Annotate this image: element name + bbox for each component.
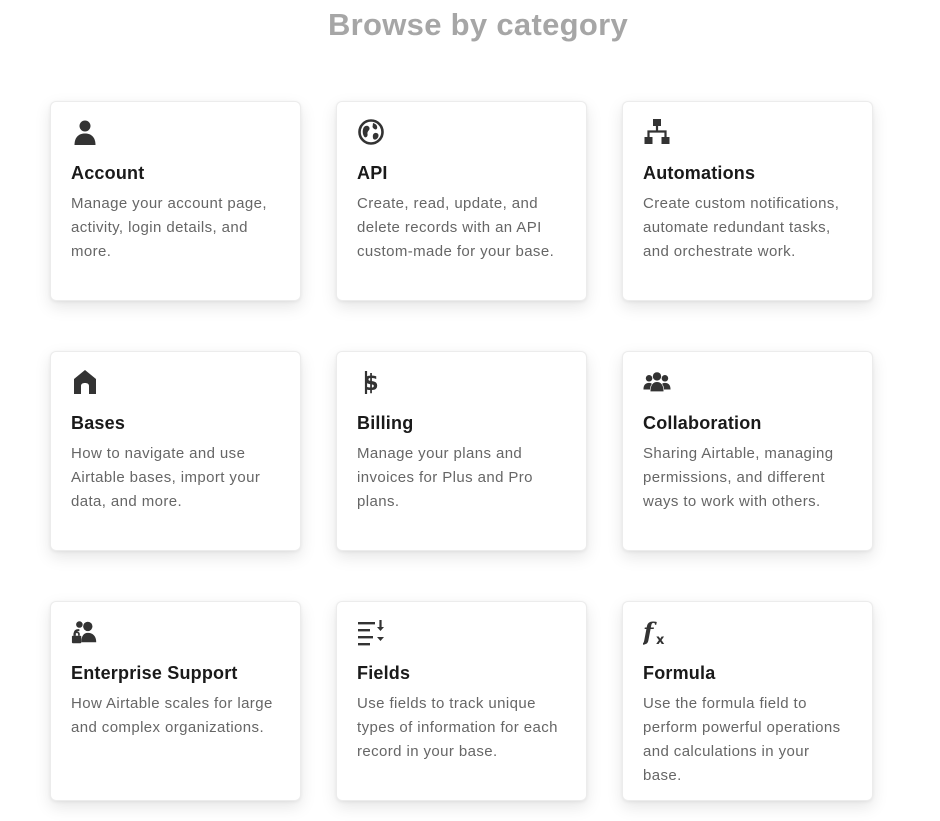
category-title: Fields <box>357 663 411 683</box>
category-card-formula[interactable]: fx Formula Use the formula field to perf… <box>622 601 873 801</box>
category-description: How Airtable scales for large and comple… <box>71 695 273 736</box>
category-card-account[interactable]: Account Manage your account page, activi… <box>50 101 301 301</box>
category-description: How to navigate and use Airtable bases, … <box>71 445 261 510</box>
svg-text:x: x <box>656 633 665 646</box>
globe-icon <box>357 118 385 146</box>
category-card-enterprise-support[interactable]: Enterprise Support How Airtable scales f… <box>50 601 301 801</box>
category-title: Collaboration <box>643 413 762 433</box>
category-card-api[interactable]: API Create, read, update, and delete rec… <box>336 101 587 301</box>
category-card-collaboration[interactable]: Collaboration Sharing Airtable, managing… <box>622 351 873 551</box>
category-title: API <box>357 163 388 183</box>
user-lock-icon <box>71 618 99 646</box>
category-title: Formula <box>643 663 716 683</box>
category-grid: Account Manage your account page, activi… <box>50 101 873 801</box>
category-card-billing[interactable]: $ Billing Manage your plans and invoices… <box>336 351 587 551</box>
function-icon: fx <box>643 618 671 646</box>
category-description: Manage your plans and invoices for Plus … <box>357 445 533 510</box>
category-description: Sharing Airtable, managing permissions, … <box>643 445 834 510</box>
category-title: Enterprise Support <box>71 663 238 683</box>
category-card-bases[interactable]: Bases How to navigate and use Airtable b… <box>50 351 301 551</box>
category-description: Create custom notifications, automate re… <box>643 195 840 260</box>
category-card-automations[interactable]: Automations Create custom notifications,… <box>622 101 873 301</box>
category-title: Bases <box>71 413 126 433</box>
page-title: Browse by category <box>327 7 628 42</box>
category-description: Create, read, update, and delete records… <box>357 195 555 260</box>
category-description: Manage your account page, activity, logi… <box>71 195 267 260</box>
list-sort-icon <box>357 618 385 646</box>
dollar-icon: $ <box>357 368 385 396</box>
home-icon <box>71 368 99 396</box>
user-icon <box>71 118 99 146</box>
category-title: Account <box>71 163 145 183</box>
category-card-fields[interactable]: Fields Use fields to track unique types … <box>336 601 587 801</box>
category-description: Use fields to track unique types of info… <box>357 695 558 760</box>
category-title: Automations <box>643 163 756 183</box>
users-icon <box>643 368 671 396</box>
category-title: Billing <box>357 413 414 433</box>
flowchart-icon <box>643 118 671 146</box>
category-description: Use the formula field to perform powerfu… <box>643 695 841 784</box>
svg-text:f: f <box>643 618 657 646</box>
